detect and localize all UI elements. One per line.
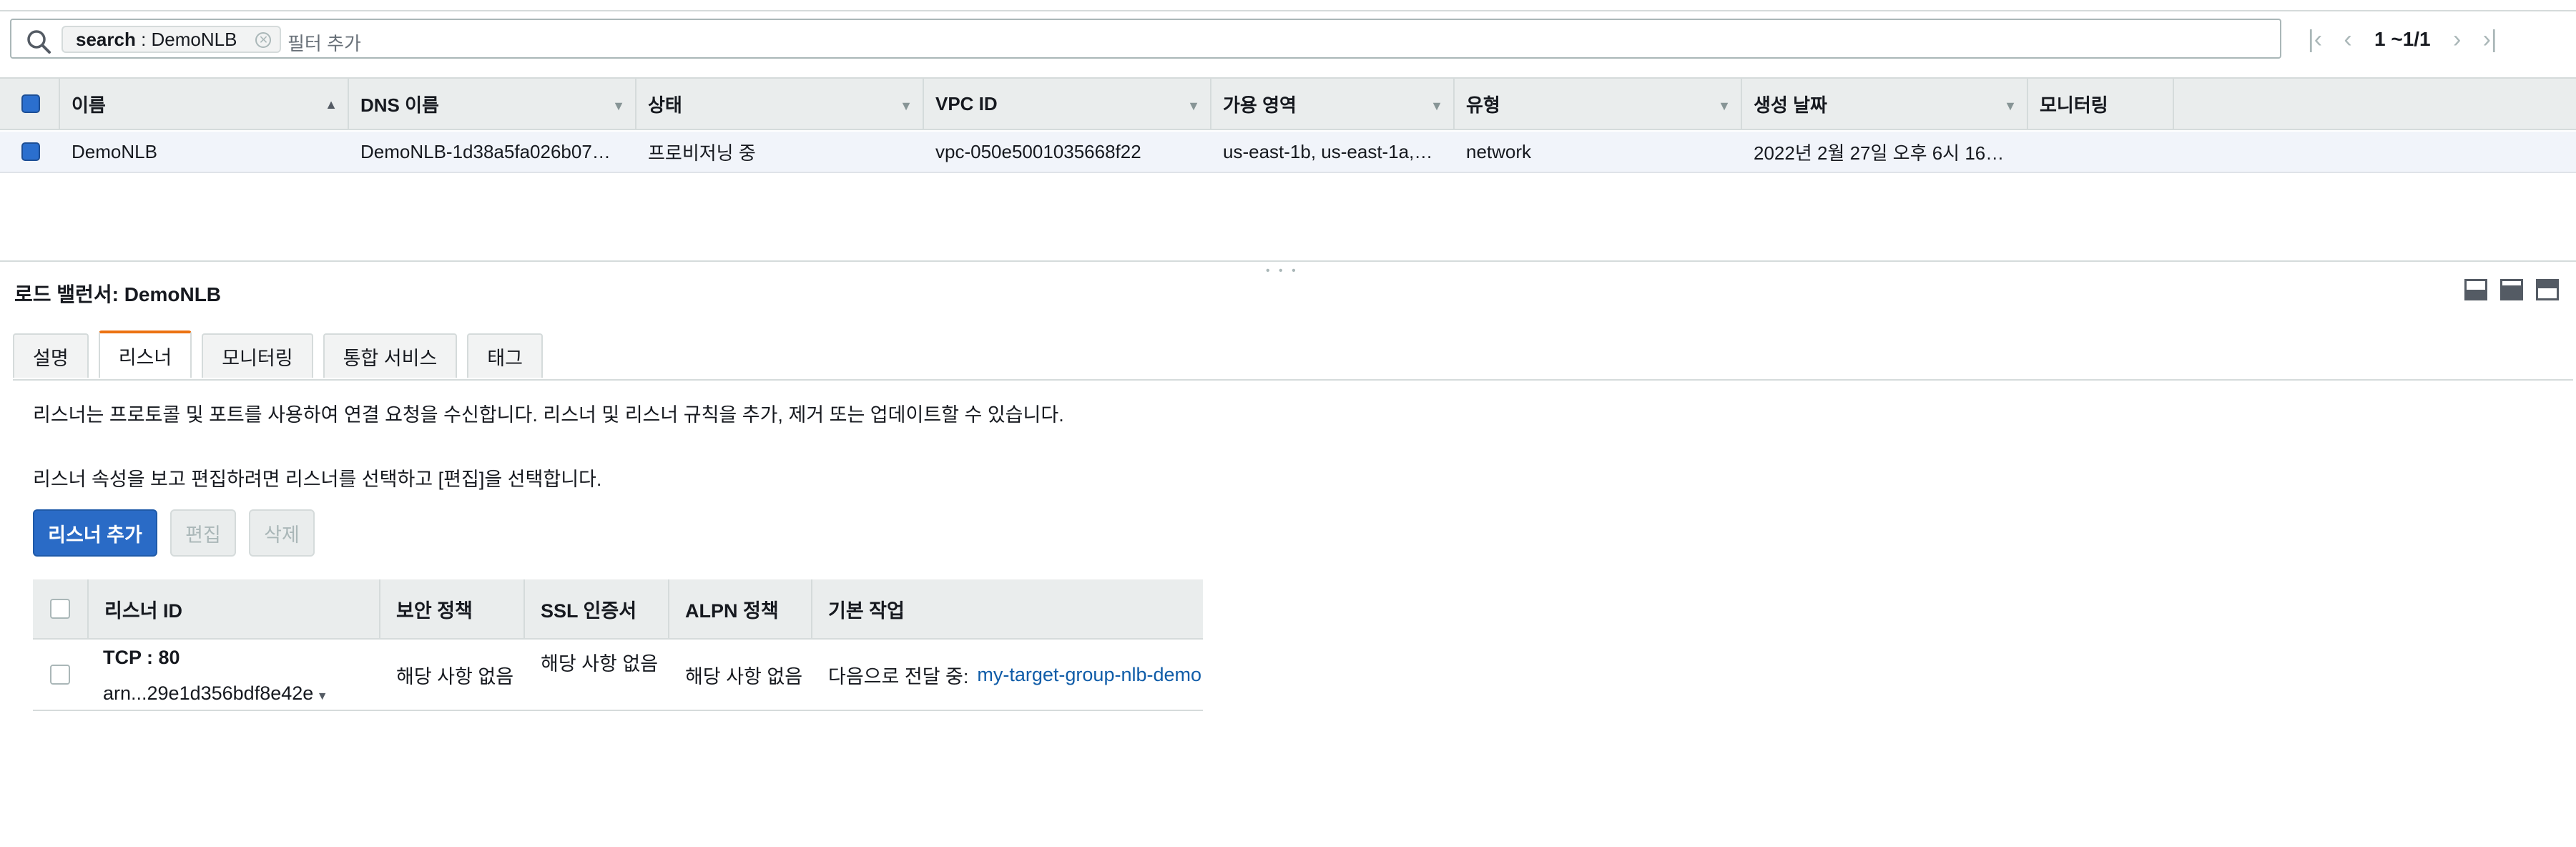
row-checkbox[interactable] [21, 142, 40, 161]
listener-select-all-checkbox[interactable] [50, 599, 70, 619]
column-header-dns[interactable]: DNS 이름 ▼ [349, 79, 636, 129]
panel-maximize-icon[interactable] [2536, 279, 2559, 300]
filter-token-key: search [76, 28, 136, 50]
cell-vpc: vpc-050e5001035668f22 [935, 140, 1141, 162]
filter-token-separator: : [135, 28, 152, 50]
listener-description: 리스너는 프로토콜 및 포트를 사용하여 연결 요청을 수신합니다. 리스너 및… [33, 404, 1064, 426]
column-header-vpc[interactable]: VPC ID ▼ [924, 79, 1211, 129]
token-remove-icon[interactable]: ✕ [255, 32, 272, 48]
sort-caret-icon: ▼ [1187, 99, 1200, 113]
column-header-ssl-cert: SSL 인증서 [525, 579, 669, 638]
action-prefix: 다음으로 전달 중: [828, 665, 969, 687]
listener-protocol: TCP : 80 [103, 647, 180, 668]
cell-security-policy: 해당 사항 없음 [396, 665, 514, 687]
filter-token-value: DemoNLB [151, 28, 237, 50]
target-group-link[interactable]: my-target-group-nlb-demo [968, 664, 1201, 686]
tab-divider [13, 379, 2573, 381]
column-header-state[interactable]: 상태 ▼ [636, 79, 924, 129]
table-row[interactable]: DemoNLB DemoNLB-1d38a5fa026b07… 프로비저닝 중 … [0, 132, 2576, 173]
tab-listeners[interactable]: 리스너 [98, 331, 192, 378]
column-header-created[interactable]: 생성 날짜 ▼ [1742, 79, 2028, 129]
next-page-icon[interactable]: › [2441, 23, 2474, 56]
listener-edit-hint: 리스너 속성을 보고 편집하려면 리스너를 선택하고 [편집]을 선택합니다. [33, 469, 602, 490]
cell-listener-id: TCP : 80 arn...29e1d356bdf8e42e ▼ [87, 640, 380, 710]
arn-dropdown-icon[interactable]: ▼ [313, 690, 328, 702]
cell-dns: DemoNLB-1d38a5fa026b07… [360, 140, 611, 162]
cell-monitoring [2028, 132, 2174, 172]
add-listener-button[interactable]: 리스너 추가 [33, 509, 157, 557]
row-select-cell [0, 132, 60, 172]
divider [0, 10, 2576, 11]
cell-state: 프로비저닝 중 [648, 142, 756, 164]
panel-minimize-icon[interactable] [2464, 279, 2487, 300]
sort-caret-icon: ▼ [2004, 99, 2017, 113]
filter-token[interactable]: search : DemoNLB ✕ [62, 26, 282, 53]
column-header-az[interactable]: 가용 영역 ▼ [1211, 79, 1455, 129]
edit-button[interactable]: 편집 [170, 509, 236, 557]
sort-ascending-icon: ▲ [325, 97, 338, 112]
cell-name: DemoNLB [72, 140, 157, 162]
detail-title: 로드 밸런서: DemoNLB [14, 283, 222, 305]
cell-created: 2022년 2월 27일 오후 6시 16… [1754, 142, 2005, 164]
sort-caret-icon: ▼ [1430, 99, 1443, 113]
listeners-table-header: 리스너 ID 보안 정책 SSL 인증서 ALPN 정책 기본 작업 [33, 579, 1203, 640]
detail-tabs: 설명 리스너 모니터링 통합 서비스 태그 [13, 331, 553, 381]
prev-page-icon[interactable]: ‹ [2331, 23, 2364, 56]
column-header-monitoring[interactable]: 모니터링 [2028, 79, 2174, 129]
resize-grip-icon[interactable]: • • • [1266, 265, 1299, 278]
column-header-security-policy: 보안 정책 [380, 579, 525, 638]
cell-type: network [1466, 140, 1532, 162]
listener-select-cell [33, 640, 87, 710]
table-header: 이름 ▲ DNS 이름 ▼ 상태 ▼ VPC ID ▼ 가용 영역 ▼ 유형 ▼… [0, 77, 2576, 130]
sort-caret-icon: ▼ [900, 99, 913, 113]
sort-caret-icon: ▼ [1718, 99, 1731, 113]
column-header-name[interactable]: 이름 ▲ [60, 79, 349, 129]
listener-row[interactable]: TCP : 80 arn...29e1d356bdf8e42e ▼ 해당 사항 … [33, 640, 1203, 711]
listener-select-all-cell [33, 579, 87, 638]
last-page-icon[interactable]: ›| [2474, 23, 2507, 56]
select-all-cell [0, 79, 60, 129]
sort-caret-icon: ▼ [612, 99, 625, 113]
filter-input[interactable]: 필터 추가 [287, 29, 361, 56]
tab-integrated-services[interactable]: 통합 서비스 [323, 333, 458, 378]
column-header-type[interactable]: 유형 ▼ [1455, 79, 1742, 129]
pagination: |‹ ‹ 1 ~1/1 › ›| [2299, 21, 2507, 57]
pane-splitter[interactable] [0, 260, 2576, 262]
filter-search-bar[interactable]: search : DemoNLB ✕ 필터 추가 [10, 19, 2281, 59]
page-range: 1 ~1/1 [2374, 28, 2431, 50]
cell-alpn: 해당 사항 없음 [685, 665, 803, 687]
select-all-checkbox[interactable] [21, 94, 40, 113]
delete-button[interactable]: 삭제 [249, 509, 315, 557]
search-icon [27, 30, 51, 54]
tab-description[interactable]: 설명 [13, 333, 89, 378]
panel-layout-controls [2464, 279, 2559, 300]
cell-az: us-east-1b, us-east-1a,… [1223, 140, 1433, 162]
first-page-icon[interactable]: |‹ [2299, 23, 2331, 56]
cell-default-action: 다음으로 전달 중: my-target-group-nlb-demo [812, 640, 1203, 710]
listener-arn[interactable]: arn...29e1d356bdf8e42e ▼ [87, 682, 328, 705]
tab-tags[interactable]: 태그 [467, 333, 543, 378]
column-header-default-action: 기본 작업 [828, 599, 905, 622]
panel-split-icon[interactable] [2500, 279, 2523, 300]
tab-monitoring[interactable]: 모니터링 [202, 333, 313, 378]
column-header-listener-id: 리스너 ID [87, 579, 380, 638]
column-header-alpn: ALPN 정책 [669, 579, 812, 638]
cell-ssl-cert: 해당 사항 없음 [541, 653, 659, 675]
listener-row-checkbox[interactable] [50, 665, 70, 685]
